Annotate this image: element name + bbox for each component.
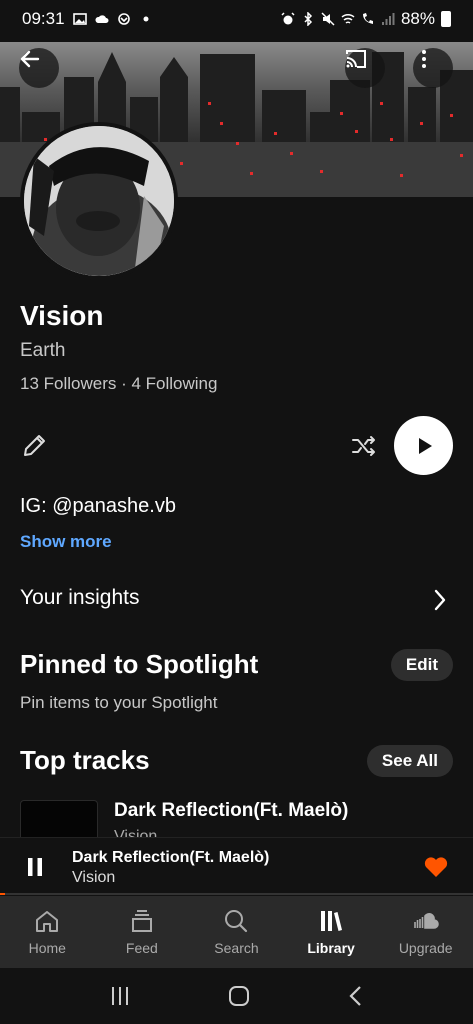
bluetooth-icon bbox=[304, 12, 313, 26]
wifi-icon bbox=[341, 13, 355, 24]
system-nav-bar bbox=[0, 968, 473, 1024]
nav-home[interactable]: Home bbox=[0, 896, 95, 968]
nav-search-label: Search bbox=[214, 940, 259, 956]
feed-icon bbox=[131, 910, 152, 932]
insights-row[interactable]: Your insights bbox=[0, 575, 473, 625]
battery-icon bbox=[441, 11, 451, 27]
signal-icon bbox=[381, 13, 395, 25]
track-artwork bbox=[20, 800, 98, 840]
home-icon bbox=[36, 911, 59, 932]
pause-icon[interactable] bbox=[26, 857, 44, 877]
spotlight-title: Pinned to Spotlight bbox=[20, 649, 259, 679]
nav-search[interactable]: Search bbox=[189, 896, 284, 968]
home-button-icon[interactable] bbox=[228, 985, 250, 1007]
insights-label: Your insights bbox=[20, 586, 140, 609]
recent-apps-icon[interactable] bbox=[108, 985, 132, 1007]
chevron-right-icon bbox=[434, 589, 446, 611]
bottom-nav: Home Feed Search Library Upgrade bbox=[0, 896, 473, 968]
cast-icon bbox=[346, 50, 366, 68]
back-nav-icon[interactable] bbox=[347, 985, 365, 1007]
cloud-status-icon bbox=[95, 15, 109, 23]
see-all-button[interactable]: See All bbox=[366, 745, 453, 777]
profile-name: Vision bbox=[20, 300, 104, 331]
cloud-icon bbox=[413, 913, 439, 929]
nav-feed[interactable]: Feed bbox=[95, 896, 190, 968]
playback-progress-fill bbox=[0, 893, 5, 895]
profile-bio: IG: @panashe.vb bbox=[20, 495, 176, 517]
more-vertical-icon bbox=[422, 50, 426, 68]
battery-percent: 88% bbox=[400, 9, 435, 28]
back-button[interactable] bbox=[19, 48, 59, 88]
nav-home-label: Home bbox=[28, 940, 66, 956]
library-icon bbox=[321, 911, 343, 931]
nav-library[interactable]: Library bbox=[284, 896, 379, 968]
play-button[interactable] bbox=[394, 416, 453, 475]
app-notification-icon bbox=[117, 13, 130, 25]
play-icon bbox=[418, 437, 432, 454]
spotlight-edit-button[interactable]: Edit bbox=[390, 649, 453, 681]
track-title: Dark Reflection(Ft. Maelò) bbox=[114, 800, 349, 821]
profile-location: Earth bbox=[20, 340, 66, 361]
heart-icon[interactable] bbox=[423, 855, 449, 879]
alarm-icon bbox=[281, 12, 295, 25]
mini-player[interactable]: Dark Reflection(Ft. Maelò) Vision bbox=[0, 837, 473, 895]
spotlight-subtitle: Pin items to your Spotlight bbox=[20, 693, 218, 712]
wifi-call-icon bbox=[362, 13, 373, 24]
mini-player-title: Dark Reflection(Ft. Maelò) bbox=[72, 849, 270, 866]
nav-upgrade[interactable]: Upgrade bbox=[378, 896, 473, 968]
profile-action-row bbox=[0, 414, 473, 476]
search-icon bbox=[225, 910, 248, 933]
status-time: 09:31 bbox=[22, 9, 65, 28]
more-options-button[interactable] bbox=[413, 48, 453, 88]
gallery-icon bbox=[72, 13, 87, 25]
nav-feed-label: Feed bbox=[125, 940, 158, 956]
avatar[interactable] bbox=[20, 122, 178, 280]
pencil-icon[interactable] bbox=[20, 432, 48, 460]
top-tracks-title: Top tracks bbox=[20, 745, 150, 775]
mute-icon bbox=[321, 12, 335, 26]
nav-upgrade-label: Upgrade bbox=[398, 940, 453, 956]
track-row[interactable]: Dark Reflection(Ft. Maelò) Vision bbox=[20, 800, 460, 840]
mini-player-artist: Vision bbox=[72, 869, 116, 886]
playback-progress-bar[interactable] bbox=[0, 893, 473, 895]
nav-library-label: Library bbox=[307, 940, 355, 956]
status-bar: 09:31 88% bbox=[0, 0, 473, 38]
profile-stats[interactable]: 13 Followers · 4 Following bbox=[20, 374, 217, 394]
arrow-left-icon bbox=[20, 50, 40, 68]
show-more-link[interactable]: Show more bbox=[20, 532, 112, 552]
shuffle-icon[interactable] bbox=[350, 432, 378, 460]
cast-button[interactable] bbox=[345, 48, 385, 88]
dot-icon bbox=[143, 16, 149, 22]
avatar-image bbox=[24, 126, 174, 276]
